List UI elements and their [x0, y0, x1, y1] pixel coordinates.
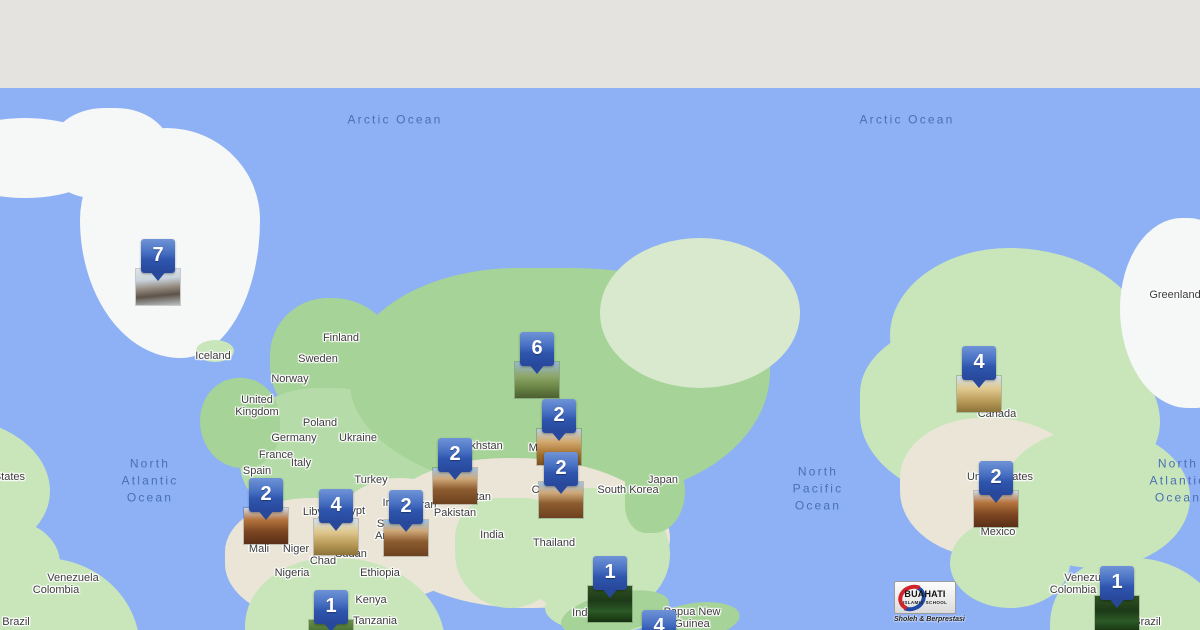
country-label: France: [259, 449, 293, 461]
marker-pin-icon[interactable]: 2: [542, 399, 576, 433]
country-label: Norway: [271, 373, 308, 385]
logo-badge: BUAHATI ISLAMIC SCHOOL: [894, 581, 956, 614]
marker-count: 2: [979, 461, 1013, 493]
ocean-label: Arctic Ocean: [347, 112, 442, 129]
country-label: UnitedKingdom: [235, 394, 278, 418]
marker-count: 6: [520, 332, 554, 364]
country-label: Pakistan: [434, 507, 476, 519]
screenshot-root: Arctic Ocean Arctic Ocean North Atlantic…: [0, 0, 1200, 630]
country-label: India: [480, 529, 504, 541]
marker-pin-icon[interactable]: 1: [593, 556, 627, 590]
buahati-logo-card[interactable]: BUAHATI ISLAMIC SCHOOL Sholeh & Berprest…: [894, 581, 956, 623]
marker-count: 4: [962, 346, 996, 378]
marker-count: 7: [141, 239, 175, 271]
country-label: Finland: [323, 332, 359, 344]
marker-count: 1: [1100, 566, 1134, 598]
marker-pin-icon[interactable]: 2: [438, 438, 472, 472]
country-label: Poland: [303, 417, 337, 429]
country-label: Colombia: [1050, 584, 1096, 596]
world-map-canvas[interactable]: Arctic Ocean Arctic Ocean North Atlantic…: [0, 88, 1200, 630]
marker-count: 1: [593, 556, 627, 588]
ocean-label: North Atlantic Ocean: [122, 456, 179, 507]
country-label: Spain: [243, 465, 271, 477]
logo-caption: Sholeh & Berprestasi: [894, 616, 956, 623]
marker-pin-icon[interactable]: 2: [544, 452, 578, 486]
country-label: Chad: [310, 555, 336, 567]
country-label: Nigeria: [275, 567, 310, 579]
marker-pin-icon[interactable]: 4: [319, 489, 353, 523]
country-label: Thailand: [533, 537, 575, 549]
marker-pin-icon[interactable]: 2: [979, 461, 1013, 495]
country-label: Venezuela: [47, 572, 98, 584]
marker-count: 2: [249, 478, 283, 510]
marker-count: 2: [542, 399, 576, 431]
marker-count: 2: [438, 438, 472, 470]
country-label: Ukraine: [339, 432, 377, 444]
marker-pin-icon[interactable]: 2: [389, 490, 423, 524]
country-label: Iceland: [195, 350, 230, 362]
country-label: Kenya: [355, 594, 386, 606]
landmass-northeast-siberia: [600, 238, 800, 388]
country-label: Sweden: [298, 353, 338, 365]
marker-count: 2: [389, 490, 423, 522]
marker-count: 2: [544, 452, 578, 484]
ocean-label: North Atlantic Ocean: [1150, 456, 1200, 507]
country-label: Mexico: [981, 526, 1016, 538]
country-label: Ethiopia: [360, 567, 400, 579]
country-label: United States: [0, 471, 25, 483]
country-label: Turkey: [354, 474, 387, 486]
country-label: Niger: [283, 543, 309, 555]
top-toolbar-strip: [0, 0, 1200, 88]
marker-pin-icon[interactable]: 2: [249, 478, 283, 512]
country-label: Colombia: [33, 584, 79, 596]
country-label: Brazil: [2, 616, 30, 628]
logo-name: BUAHATI: [895, 589, 955, 599]
marker-pin-icon[interactable]: 1: [314, 590, 348, 624]
country-label: Mali: [249, 543, 269, 555]
marker-count: 1: [314, 590, 348, 622]
country-label: Greenland: [1149, 289, 1200, 301]
country-label: Italy: [291, 457, 311, 469]
marker-pin-icon[interactable]: 1: [1100, 566, 1134, 600]
country-label: Germany: [271, 432, 316, 444]
marker-count: 4: [642, 610, 676, 630]
marker-pin-icon[interactable]: 7: [141, 239, 175, 273]
marker-pin-icon[interactable]: 6: [520, 332, 554, 366]
marker-pin-icon[interactable]: 4: [642, 610, 676, 630]
ocean-label: North Pacific Ocean: [793, 464, 844, 515]
country-label: Tanzania: [353, 615, 397, 627]
ocean-label: Arctic Ocean: [859, 112, 954, 129]
marker-pin-icon[interactable]: 4: [962, 346, 996, 380]
country-label: South Korea: [597, 484, 658, 496]
logo-subtitle: ISLAMIC SCHOOL: [895, 600, 955, 605]
marker-count: 4: [319, 489, 353, 521]
